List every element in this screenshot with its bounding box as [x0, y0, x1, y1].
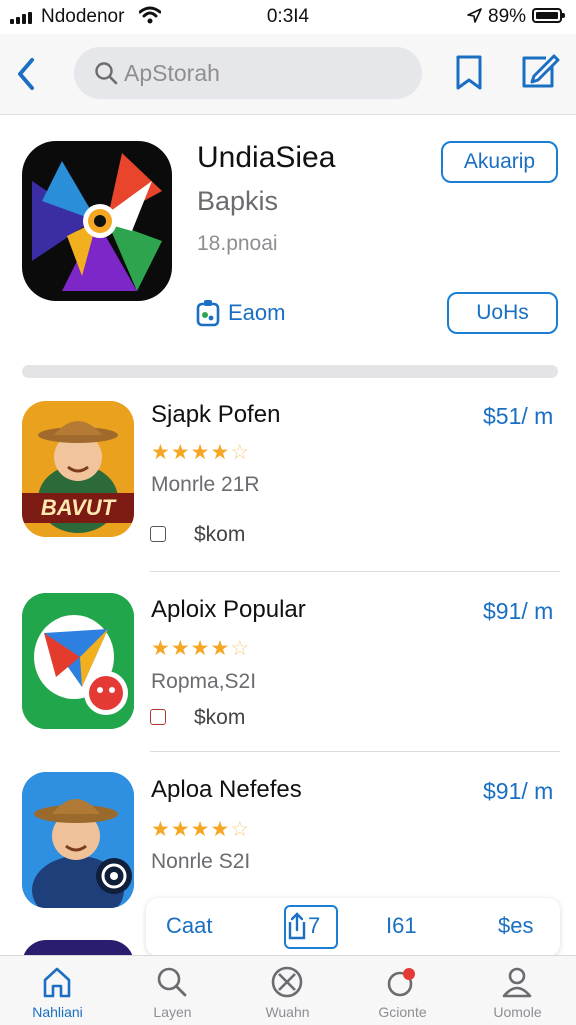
app-price-2[interactable]: $91/ m — [483, 598, 553, 625]
float-item-third[interactable]: I61 — [386, 913, 417, 939]
nav-bar — [0, 34, 576, 115]
featured-app-icon[interactable] — [22, 141, 172, 301]
search-field[interactable] — [74, 47, 422, 99]
tab-home-label: Nahliani — [32, 1004, 83, 1020]
floating-action-bar: Caat 7 I61 $es — [146, 898, 560, 956]
app-icon-3[interactable] — [22, 772, 134, 908]
search-icon — [95, 62, 118, 85]
person-icon — [502, 967, 532, 998]
status-bar: Ndodenor 0:3I4 89% — [0, 0, 576, 34]
app-icon-1-text: BAVUT — [40, 495, 116, 520]
featured-link-label: Eaom — [228, 300, 286, 325]
rating-stars-2: ★★★★☆ — [151, 637, 251, 660]
row-separator — [150, 571, 560, 572]
tab-games-label: Gcionte — [378, 1004, 427, 1020]
compose-icon[interactable] — [520, 54, 560, 90]
app-artwork-3 — [22, 772, 134, 908]
tab-search-label: Layen — [153, 1004, 192, 1020]
tab-bar: Nahliani Layen Wuahn Gcionte Uomole — [0, 955, 576, 1025]
compass-icon — [271, 966, 303, 998]
bookmark-icon[interactable] — [454, 54, 484, 92]
featured-app-subtitle: Bapkis — [197, 186, 279, 216]
featured-app-artwork — [32, 153, 162, 291]
float-item-cart[interactable]: Caat — [166, 913, 212, 939]
featured-link[interactable]: Eaom — [196, 298, 285, 328]
tab-profile-label: Uomole — [493, 1004, 542, 1020]
search-input[interactable] — [124, 47, 404, 99]
app-clip-icon — [196, 300, 220, 327]
app-icon-2[interactable] — [22, 593, 134, 729]
section-divider — [22, 365, 558, 378]
app-meta-1: Monrle 21R — [151, 473, 260, 496]
search-icon — [157, 967, 187, 997]
app-meta-2: Ropma,S2I — [151, 670, 257, 693]
float-item-price[interactable]: $es — [498, 913, 533, 939]
featured-secondary-button[interactable]: UoHs — [447, 292, 558, 334]
float-item-count: 7 — [308, 913, 321, 938]
app-title-2[interactable]: Aploix Popular — [151, 596, 306, 624]
app-artwork-2 — [22, 593, 134, 729]
checkbox-icon-2[interactable] — [150, 709, 166, 725]
app-meta-3: Nonrle S2I — [151, 850, 251, 873]
row-separator — [150, 751, 560, 752]
app-size-1: $kom — [194, 523, 246, 546]
tab-games[interactable]: Gcionte — [345, 956, 460, 1025]
rating-stars-1: ★★★★☆ — [151, 441, 251, 464]
location-arrow-icon — [467, 8, 482, 23]
app-size-2: $kom — [194, 706, 246, 729]
battery-icon — [532, 8, 565, 23]
featured-app-title: UndiaSiea — [197, 141, 336, 174]
tab-search[interactable]: Layen — [115, 956, 230, 1025]
back-chevron-icon[interactable] — [12, 54, 42, 94]
share-icon — [288, 912, 306, 940]
app-price-3[interactable]: $91/ m — [483, 778, 553, 805]
app-icon-1[interactable]: BAVUT — [22, 401, 134, 537]
home-icon — [43, 967, 71, 998]
battery-percent: 89% — [488, 6, 527, 27]
app-title-1[interactable]: Sjapk Pofen — [151, 401, 280, 429]
featured-app-meta: 18.pnoai — [197, 232, 278, 255]
app-title-3[interactable]: Aploa Nefefes — [151, 776, 302, 804]
rating-stars-3: ★★★★☆ — [151, 818, 251, 841]
tab-home[interactable]: Nahliani — [0, 956, 115, 1025]
tab-explore-label: Wuahn — [265, 1004, 310, 1020]
game-icon — [387, 968, 415, 997]
tab-profile[interactable]: Uomole — [460, 956, 575, 1025]
featured-get-button[interactable]: Akuarip — [441, 141, 558, 183]
app-price-1[interactable]: $51/ m — [483, 403, 553, 430]
tab-explore[interactable]: Wuahn — [230, 956, 345, 1025]
checkbox-icon-1[interactable] — [150, 526, 166, 542]
